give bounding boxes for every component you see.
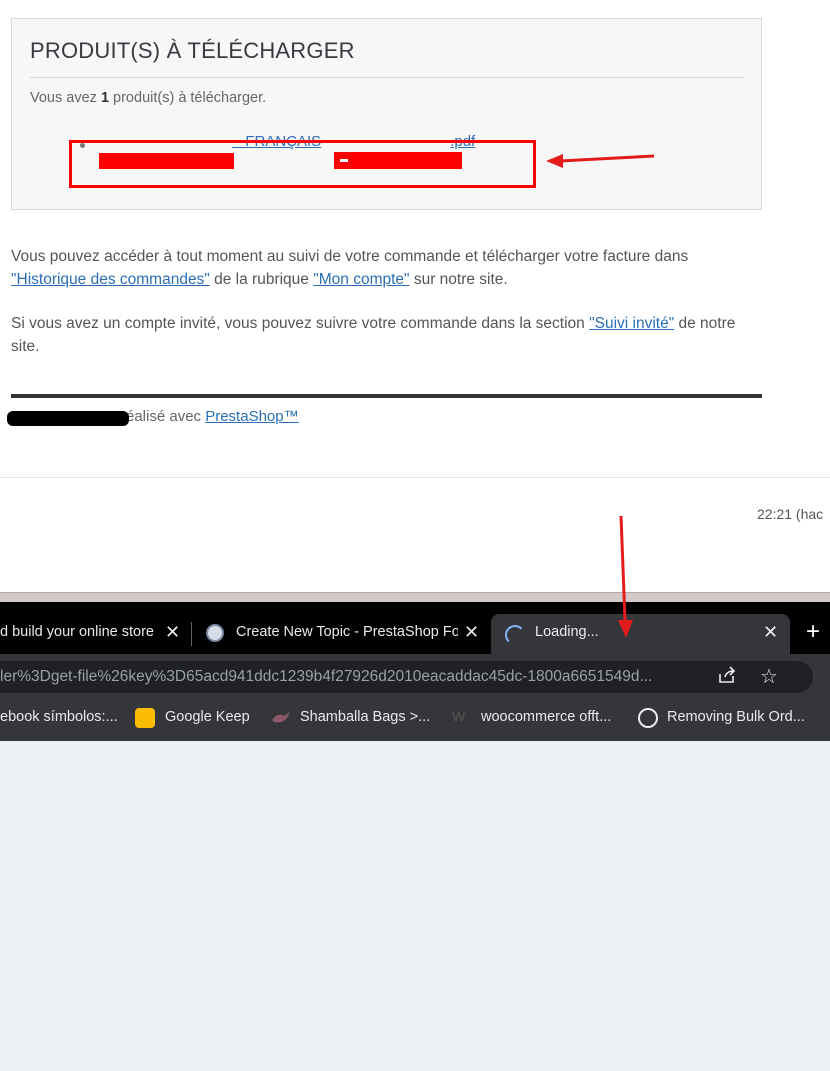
message-divider: [0, 477, 830, 478]
browser-window: d build your online store ✕ Create New T…: [0, 602, 830, 741]
bookmark-star-icon[interactable]: ☆: [760, 664, 778, 689]
guest-tracking-link[interactable]: "Suivi invité": [589, 315, 674, 332]
new-tab-icon[interactable]: +: [806, 618, 820, 646]
redaction-mark: [7, 411, 129, 426]
prestashop-link[interactable]: PrestaShop™: [205, 408, 298, 425]
tab-online-store[interactable]: d build your online store ✕: [0, 614, 190, 654]
loading-spinner-icon: [505, 625, 525, 645]
google-keep-icon: [135, 708, 155, 728]
bookmark-item[interactable]: Removing Bulk Ord...: [667, 709, 805, 725]
close-icon[interactable]: ✕: [464, 622, 479, 643]
url-text: ler%3Dget-file%26key%3D65acd941ddc1239b4…: [0, 668, 653, 685]
guest-tracking-paragraph: Si vous avez un compte invité, vous pouv…: [11, 315, 736, 355]
bookmark-item[interactable]: ebook símbolos:...: [0, 709, 118, 725]
message-timestamp: 22:21 (hac: [757, 506, 824, 522]
wordpress-icon: [638, 708, 658, 728]
bookmarks-bar: ebook símbolos:... Google Keep Shamballa…: [0, 700, 830, 741]
bookmark-item[interactable]: Google Keep: [165, 709, 250, 725]
tab-loading[interactable]: Loading... ✕: [491, 614, 790, 654]
tab-create-topic[interactable]: Create New Topic - PrestaShop Fo ✕: [196, 614, 490, 654]
section-title: PRODUIT(S) À TÉLÉCHARGER: [30, 38, 355, 63]
tab-separator: [191, 622, 192, 646]
bird-icon: [270, 708, 290, 728]
close-icon[interactable]: ✕: [165, 622, 180, 643]
close-icon[interactable]: ✕: [763, 622, 778, 643]
address-bar[interactable]: ler%3Dget-file%26key%3D65acd941ddc1239b4…: [0, 661, 813, 693]
w-icon: W: [452, 708, 466, 724]
prestashop-icon: [206, 624, 224, 642]
order-tracking-paragraph: Vous pouvez accéder à tout moment au sui…: [11, 248, 689, 288]
section-divider: [30, 77, 745, 78]
browser-toolbar: ler%3Dget-file%26key%3D65acd941ddc1239b4…: [0, 654, 830, 700]
window-edge: [0, 592, 830, 602]
share-icon[interactable]: [717, 666, 737, 689]
product-count-text: Vous avez 1 produit(s) à télécharger.: [30, 90, 267, 106]
email-view: PRODUIT(S) À TÉLÉCHARGER Vous avez 1 pro…: [0, 0, 830, 592]
order-history-link[interactable]: "Historique des commandes": [11, 271, 210, 288]
tab-strip: d build your online store ✕ Create New T…: [0, 602, 830, 654]
bookmark-item[interactable]: Shamballa Bags >...: [300, 709, 430, 725]
my-account-link[interactable]: "Mon compte": [313, 271, 409, 288]
annotation-highlight-box: [69, 140, 536, 188]
footer-divider: [11, 394, 762, 398]
bookmark-item[interactable]: woocommerce offt...: [481, 709, 611, 725]
